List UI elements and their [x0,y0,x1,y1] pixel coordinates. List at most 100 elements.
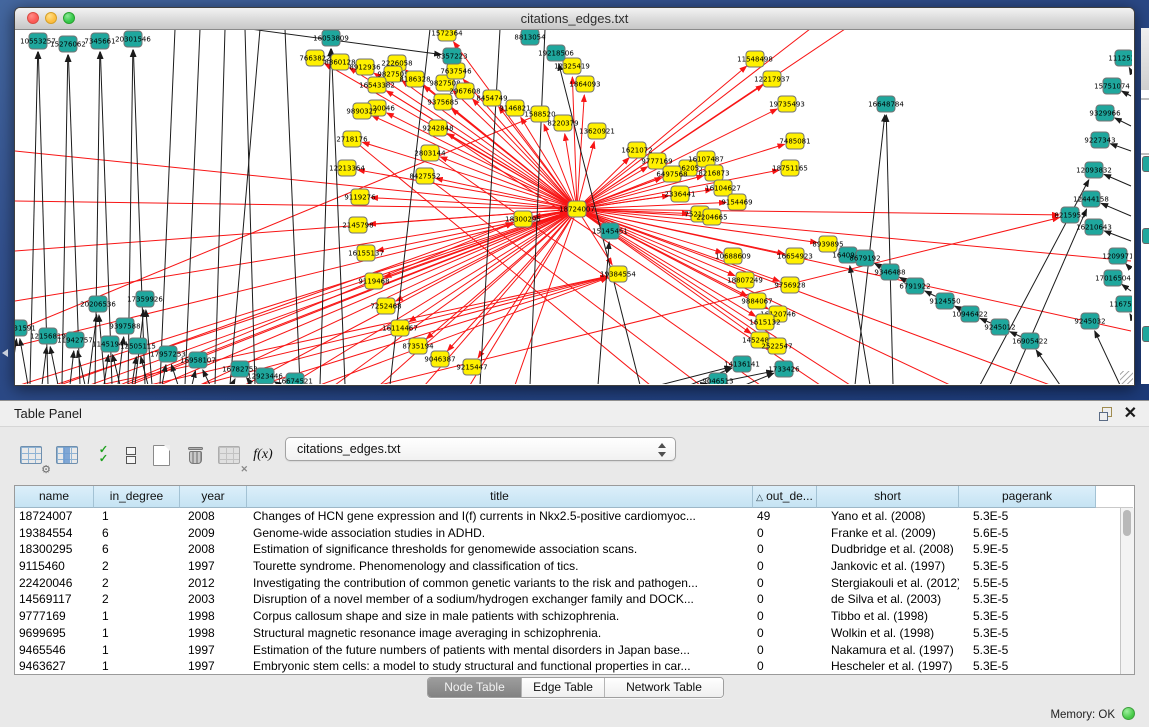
graph-node[interactable]: 9046513 [702,373,733,384]
graph-node[interactable]: 1112536 [1108,50,1132,66]
table-tab-bar: Node Table Edge Table Network Table [427,677,724,698]
column-header-out_de[interactable]: △out_de... [753,486,817,508]
graph-node[interactable]: 9375685 [427,94,458,110]
graph-node[interactable]: 2336441 [664,186,695,202]
graph-node[interactable]: 9119276 [344,189,376,205]
column-header-in_degree[interactable]: in_degree [94,486,180,508]
graph-node[interactable]: 9227343 [1084,132,1115,148]
tab-node-table[interactable]: Node Table [428,678,521,697]
graph-node-label: 11548498 [737,56,773,64]
table-scrollbar[interactable] [1120,508,1134,674]
column-header-short[interactable]: short [817,486,959,508]
table-cell: 0 [753,541,817,558]
graph-node[interactable]: 20206536 [80,296,116,312]
scrollbar-thumb[interactable] [1123,510,1131,536]
network-canvas[interactable]: 1872400718300295193845541572364766382288… [15,30,1132,384]
graph-node[interactable]: 16053809 [313,30,349,46]
column-header-pagerank[interactable]: pagerank [959,486,1096,508]
table-row[interactable]: 977716911998Corpus callosum shape and si… [15,608,1134,625]
graph-node[interactable]: 15751074 [1094,78,1130,94]
column-header-year[interactable]: year [180,486,247,508]
graph-node[interactable]: 9245032 [1074,313,1105,329]
graph-edge [50,347,58,384]
graph-node[interactable]: 1572364 [431,30,463,41]
graph-node[interactable]: 7345661 [84,33,115,49]
graph-node[interactable]: 17359926 [127,291,163,307]
table-row[interactable]: 969969511998Structural magnetic resonanc… [15,625,1134,642]
graph-node-label: 9777169 [641,158,672,166]
table-options-icon[interactable]: ⚙ [16,440,46,470]
table-row[interactable]: 1938455462009Genome-wide association stu… [15,525,1134,542]
node-attribute-table[interactable]: namein_degreeyeartitle△out_de...shortpag… [14,485,1135,675]
graph-node[interactable]: 2718176 [336,131,368,147]
graph-node[interactable]: 1167533 [1109,296,1132,312]
delete-column-icon[interactable] [180,440,210,470]
graph-node[interactable]: 19735493 [769,96,805,112]
show-columns-icon[interactable] [52,440,82,470]
network-window-titlebar[interactable]: citations_edges.txt [15,8,1134,30]
table-cell: 0 [753,608,817,625]
table-row[interactable]: 1830029562008Estimation of significance … [15,541,1134,558]
graph-node[interactable]: 8215953 [1054,207,1085,223]
graph-node[interactable]: 2145798 [342,217,373,233]
table-row[interactable]: 2242004622012Investigating the contribut… [15,575,1134,592]
graph-node[interactable]: 16648784 [868,96,904,112]
graph-node[interactable]: 8357223 [436,48,467,64]
table-cell: Jankovic et al. (1997) [817,558,959,575]
graph-node[interactable]: 18751165 [772,160,808,176]
graph-edge [335,209,577,384]
graph-node[interactable]: 7485081 [779,133,810,149]
tab-edge-table[interactable]: Edge Table [521,678,604,697]
graph-edge [1110,144,1131,151]
graph-node[interactable]: 12217937 [754,71,790,87]
function-builder-icon[interactable]: f(x) [248,440,278,470]
graph-node[interactable]: 9215447 [456,359,487,375]
table-cell: 14569117 [15,591,94,608]
graph-edge [577,30,810,209]
graph-node[interactable]: 20301546 [115,31,151,47]
create-column-icon[interactable] [146,440,176,470]
graph-node[interactable]: 1733426 [768,361,800,377]
graph-node[interactable]: 13620921 [579,123,615,139]
graph-node[interactable]: 14136141 [724,356,760,372]
window-resize-grip[interactable] [1120,371,1133,384]
graph-edge [15,201,577,209]
graph-node[interactable]: 9756928 [774,277,805,293]
graph-node[interactable]: 19384554 [600,266,636,282]
row-selection-icon[interactable] [116,440,146,470]
graph-node[interactable]: 1209971 [1102,248,1132,264]
graph-node[interactable]: 16654923 [777,248,813,264]
import-table-icon: ✕ [214,440,244,470]
graph-node-label: 2718176 [336,136,368,144]
graph-node-label: 1167533 [1109,301,1132,309]
graph-node[interactable]: 9046387 [424,351,455,367]
splitter-collapse-icon[interactable] [2,349,8,357]
table-row[interactable]: 946554611997Estimation of the future num… [15,642,1134,659]
column-header-title[interactable]: title [247,486,753,508]
graph-node[interactable]: 1864093 [569,76,600,92]
citation-graph[interactable]: 1872400718300295193845541572364766382288… [15,30,1132,384]
float-window-icon[interactable] [1099,407,1113,420]
graph-node-label: 8454749 [476,95,507,103]
column-header-name[interactable]: name [15,486,94,508]
table-row[interactable]: 1872400712008Changes of HCN gene express… [15,508,1134,525]
table-selector-dropdown[interactable]: citations_edges.txt [285,437,676,461]
graph-node[interactable]: 10688609 [715,248,751,264]
graph-node[interactable]: 17016504 [1095,270,1131,286]
graph-node[interactable]: 9397588 [109,318,140,334]
graph-node-label: 1864093 [569,81,600,89]
graph-edge [113,355,120,384]
graph-node[interactable]: 11548498 [737,51,773,67]
network-view-window[interactable]: citations_edges.txt 18724007183002951938… [14,7,1135,386]
graph-node[interactable]: 12213364 [329,160,365,176]
close-panel-icon[interactable]: ✕ [1124,403,1137,423]
graph-node-label: 13620921 [579,128,615,136]
table-row[interactable]: 1456911722003Disruption of a novel membe… [15,591,1134,608]
select-all-icon[interactable]: ✓✓ [88,440,118,470]
graph-node[interactable]: 8813054 [514,30,546,45]
graph-node-label: 9329966 [1089,110,1121,118]
tab-network-table[interactable]: Network Table [604,678,723,697]
graph-node[interactable]: 16155137 [348,245,384,261]
table-row[interactable]: 946362711997Embryonic stem cells: a mode… [15,658,1134,675]
table-row[interactable]: 911546021997Tourette syndrome. Phenomeno… [15,558,1134,575]
